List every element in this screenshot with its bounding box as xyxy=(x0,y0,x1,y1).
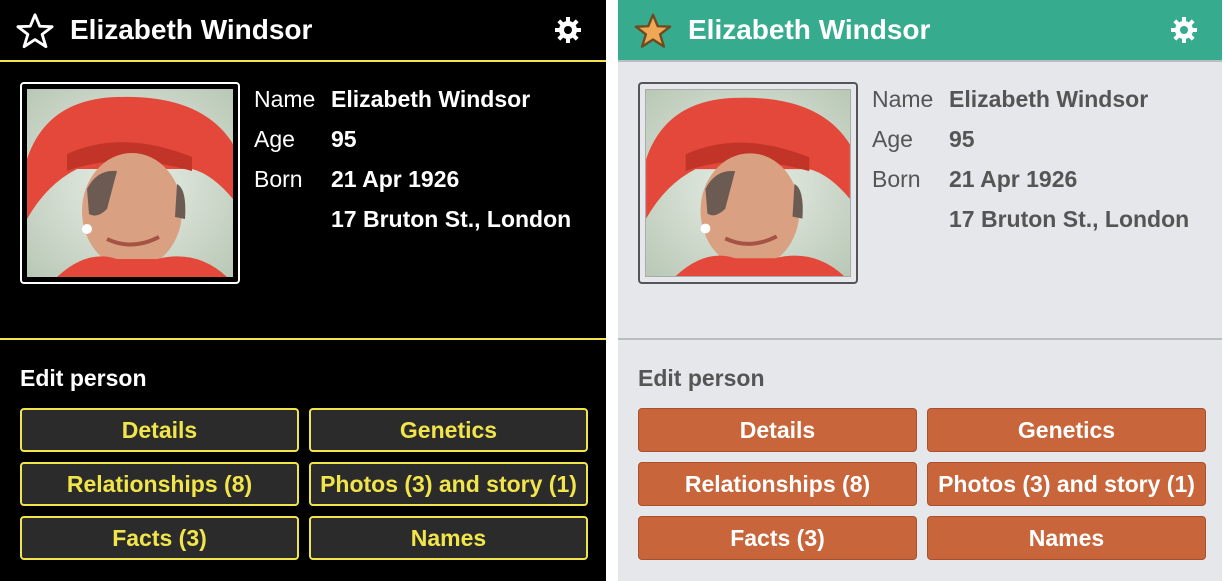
info-label: Born xyxy=(872,166,921,192)
person-title: Elizabeth Windsor xyxy=(688,14,931,45)
divider xyxy=(618,338,1222,340)
info-label: Age xyxy=(872,126,913,152)
info-value: 95 xyxy=(949,126,975,152)
details-button[interactable]: Details xyxy=(20,408,299,452)
info-label: Born xyxy=(254,166,303,192)
gear-icon[interactable] xyxy=(1170,16,1198,44)
photos-story-button[interactable]: Photos (3) and story (1) xyxy=(309,462,588,506)
info-value: Elizabeth Windsor xyxy=(331,86,531,112)
dark-theme-panel: Elizabeth Windsor Name Elizabeth Windsor… xyxy=(0,0,606,581)
info-label: Name xyxy=(254,86,316,112)
photos-story-button[interactable]: Photos (3) and story (1) xyxy=(927,462,1206,506)
relationships-button[interactable]: Relationships (8) xyxy=(20,462,299,506)
relationships-button[interactable]: Relationships (8) xyxy=(638,462,917,506)
edit-person-heading: Edit person xyxy=(638,365,765,391)
info-label: Name xyxy=(872,86,934,112)
person-title: Elizabeth Windsor xyxy=(70,14,313,45)
names-button[interactable]: Names xyxy=(927,516,1206,560)
info-value: 17 Bruton St., London xyxy=(949,206,1190,232)
divider xyxy=(0,338,606,340)
header: Elizabeth Windsor xyxy=(0,0,606,62)
facts-button[interactable]: Facts (3) xyxy=(20,516,299,560)
header: Elizabeth Windsor xyxy=(618,0,1222,62)
details-button[interactable]: Details xyxy=(638,408,917,452)
portrait-photo xyxy=(645,89,851,277)
edit-person-heading: Edit person xyxy=(20,365,147,391)
genetics-button[interactable]: Genetics xyxy=(309,408,588,452)
star-icon[interactable] xyxy=(634,12,672,50)
genetics-button[interactable]: Genetics xyxy=(927,408,1206,452)
light-theme-panel: Elizabeth Windsor Name Elizabeth Windsor… xyxy=(618,0,1222,581)
info-label: Age xyxy=(254,126,295,152)
gear-icon[interactable] xyxy=(554,16,582,44)
info-value: 21 Apr 1926 xyxy=(949,166,1078,192)
info-value: Elizabeth Windsor xyxy=(949,86,1149,112)
facts-button[interactable]: Facts (3) xyxy=(638,516,917,560)
info-value: 17 Bruton St., London xyxy=(331,206,572,232)
photo-frame[interactable] xyxy=(20,82,240,284)
star-icon[interactable] xyxy=(16,12,54,50)
portrait-photo xyxy=(27,89,233,277)
photo-frame[interactable] xyxy=(638,82,858,284)
info-value: 21 Apr 1926 xyxy=(331,166,460,192)
names-button[interactable]: Names xyxy=(309,516,588,560)
info-value: 95 xyxy=(331,126,357,152)
